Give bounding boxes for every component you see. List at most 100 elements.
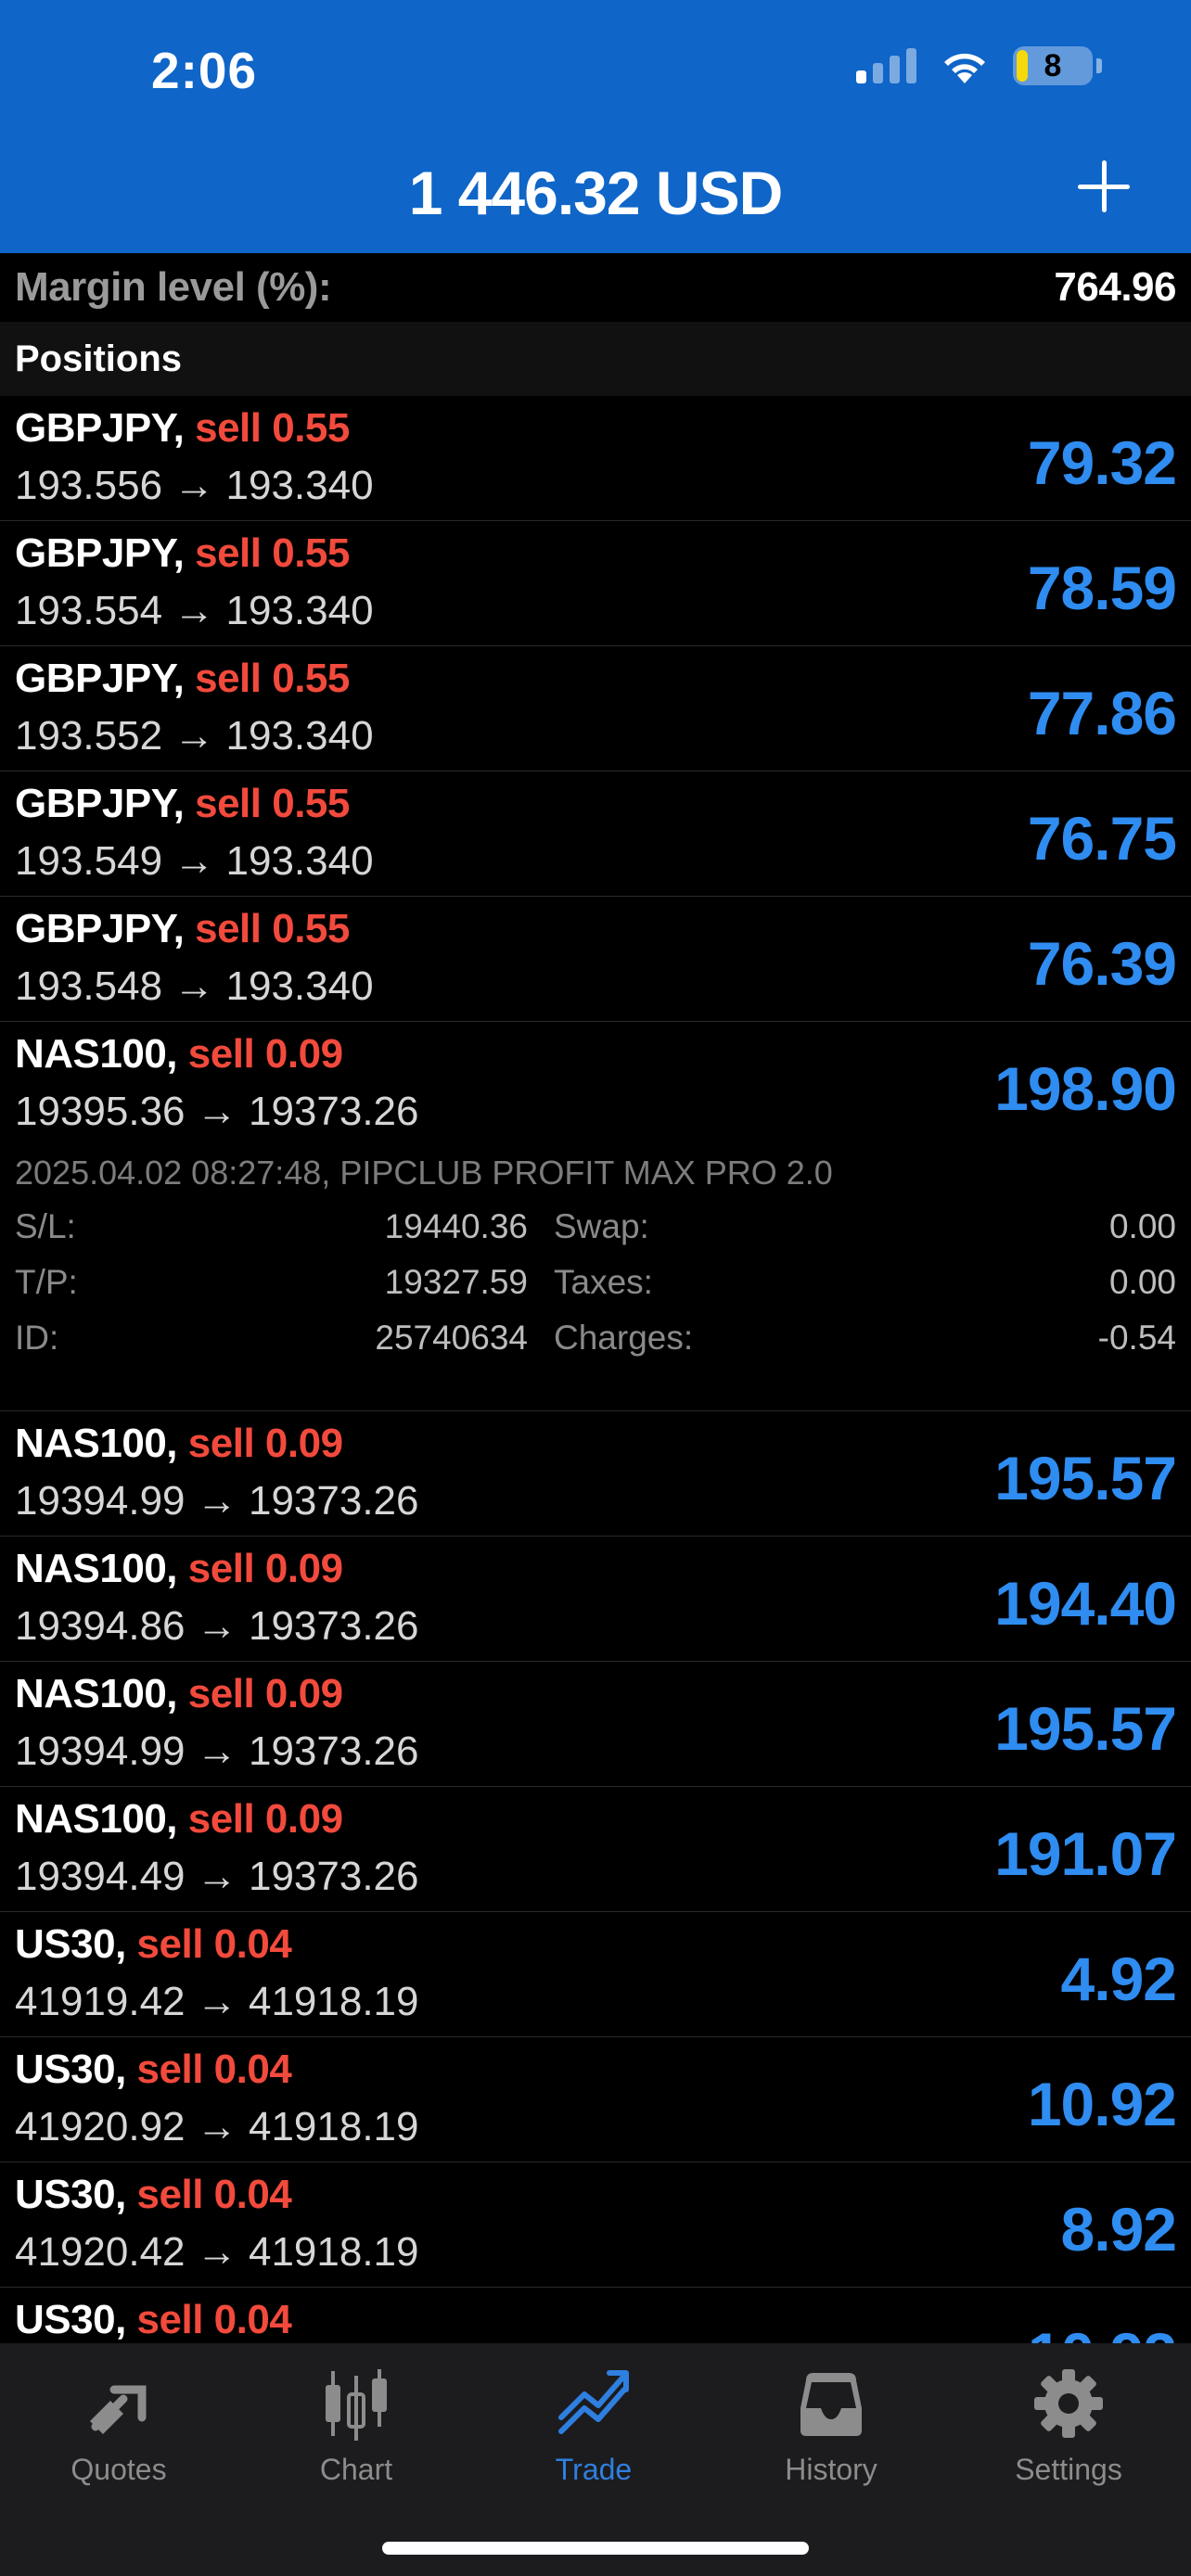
position-profit: 195.57 [994, 1694, 1177, 1763]
taxes-value: 0.00 [1108, 1263, 1176, 1301]
status-time: 2:06 [151, 42, 258, 99]
position-symbol: US30, [15, 2172, 126, 2217]
position-prices: 19394.99 → 19373.26 [15, 1728, 419, 1774]
wifi-icon [944, 53, 985, 83]
position-symbol: US30, [15, 1921, 126, 1967]
position-side: sell 0.55 [195, 405, 350, 451]
sl-value: 19440.36 [384, 1207, 528, 1245]
position-symbol: GBPJPY, [15, 530, 185, 576]
position-profit: 8.92 [1060, 2195, 1177, 2264]
position-side: sell 0.09 [187, 1671, 343, 1716]
position-profit: 198.90 [994, 1054, 1177, 1123]
tab-trade[interactable]: Trade [475, 2362, 712, 2487]
settings-icon [1034, 2369, 1103, 2438]
tab-chart-label: Chart [319, 2453, 393, 2486]
position-profit: 78.59 [1027, 554, 1177, 622]
position-prices: 41919.42 → 41918.19 [15, 1979, 419, 2024]
positions-list[interactable]: GBPJPY, sell 0.55 193.556 → 193.340 79.3… [0, 396, 1191, 2343]
tab-quotes[interactable]: Quotes [0, 2362, 237, 2487]
position-side: sell 0.09 [187, 1796, 343, 1842]
position-symbol: GBPJPY, [15, 906, 185, 951]
position-profit: 76.39 [1027, 929, 1177, 998]
position-row[interactable]: GBPJPY, sell 0.55 193.548 → 193.340 76.3… [0, 897, 1191, 1022]
position-prices: 41920.92 → 41918.19 [15, 2104, 419, 2149]
tab-chart[interactable]: Chart [237, 2362, 475, 2487]
position-symbol: NAS100, [15, 1421, 178, 1466]
tab-trade-label: Trade [555, 2453, 633, 2486]
header-bar: 2:06 8 1 446.32 USD [0, 0, 1191, 253]
swap-value: 0.00 [1108, 1207, 1176, 1245]
id-value: 25740634 [375, 1319, 528, 1357]
position-symbol: NAS100, [15, 1031, 178, 1077]
position-row[interactable]: NAS100, sell 0.09 19394.49 → 19373.26 19… [0, 1787, 1191, 1912]
position-symbol: GBPJPY, [15, 656, 185, 701]
position-side: sell 0.09 [187, 1546, 343, 1591]
taxes-label: Taxes: [554, 1263, 653, 1301]
position-row[interactable]: US30, sell 0.04 41920.42 → 41918.19 8.92 [0, 2162, 1191, 2288]
charges-value: -0.54 [1097, 1319, 1176, 1357]
position-profit: 10.92 [1027, 2070, 1177, 2138]
position-symbol: US30, [15, 2297, 126, 2342]
home-indicator[interactable] [382, 2542, 809, 2555]
tab-history[interactable]: History [712, 2362, 950, 2487]
positions-section-header: Positions [0, 322, 1191, 396]
position-profit: 195.57 [994, 1444, 1177, 1512]
position-row[interactable]: GBPJPY, sell 0.55 193.556 → 193.340 79.3… [0, 396, 1191, 521]
account-balance: 1 446.32 USD [408, 159, 784, 227]
tp-value: 19327.59 [384, 1263, 528, 1301]
swap-label: Swap: [554, 1207, 649, 1245]
position-row[interactable]: NAS100, sell 0.09 19394.99 → 19373.26 19… [0, 1662, 1191, 1787]
position-side: sell 0.55 [195, 906, 350, 951]
position-prices: 193.552 → 193.340 [15, 713, 374, 759]
tab-settings-label: Settings [1015, 2453, 1122, 2486]
position-side: sell 0.04 [136, 2172, 292, 2217]
position-row[interactable]: US30, sell 0.04 41919.42 → 41918.19 4.92 [0, 1912, 1191, 2037]
status-icons: 8 [856, 46, 1102, 85]
position-symbol: GBPJPY, [15, 405, 185, 451]
tab-quotes-label: Quotes [70, 2453, 167, 2486]
position-profit: 79.32 [1027, 428, 1177, 497]
position-row[interactable]: GBPJPY, sell 0.55 193.549 → 193.340 76.7… [0, 772, 1191, 897]
chart-icon [326, 2369, 387, 2441]
position-side: sell 0.55 [195, 781, 350, 826]
margin-level-label: Margin level (%): [15, 264, 332, 310]
position-profit: 10.92 [1028, 2319, 1177, 2343]
battery-level: 8 [1044, 47, 1062, 83]
position-row[interactable]: GBPJPY, sell 0.55 193.552 → 193.340 77.8… [0, 646, 1191, 772]
position-side: sell 0.04 [136, 2047, 292, 2092]
position-side: sell 0.09 [187, 1421, 343, 1466]
position-prices: 193.549 → 193.340 [15, 838, 374, 884]
position-prices: 19394.99 → 19373.26 [15, 1478, 419, 1524]
position-side: sell 0.04 [136, 1921, 292, 1967]
quotes-icon [90, 2385, 147, 2434]
position-row[interactable]: US30, sell 0.04 10.92 [0, 2288, 1191, 2343]
position-row[interactable]: US30, sell 0.04 41920.92 → 41918.19 10.9… [0, 2037, 1191, 2162]
position-symbol: NAS100, [15, 1671, 178, 1716]
expanded-position[interactable]: NAS100, sell 0.09 19395.36 → 19373.26 19… [0, 1022, 1191, 1411]
position-side: sell 0.04 [136, 2297, 292, 2342]
position-symbol: GBPJPY, [15, 781, 185, 826]
position-profit: 4.92 [1060, 1945, 1177, 2013]
sl-label: S/L: [15, 1207, 76, 1245]
position-details-grid: S/L: 19440.36 Swap: 0.00 T/P: 19327.59 T… [15, 1207, 1176, 1374]
position-symbol: US30, [15, 2047, 126, 2092]
position-prices: 193.548 → 193.340 [15, 963, 374, 1009]
charges-label: Charges: [554, 1319, 694, 1357]
position-side: sell 0.55 [195, 656, 350, 701]
cellular-signal-icon [856, 48, 916, 83]
new-order-plus-icon[interactable] [1078, 160, 1130, 212]
position-row[interactable]: GBPJPY, sell 0.55 193.554 → 193.340 78.5… [0, 521, 1191, 646]
history-icon [800, 2373, 862, 2436]
position-prices: 19395.36 → 19373.26 [15, 1089, 419, 1134]
position-side: sell 0.09 [187, 1031, 343, 1077]
position-symbol: NAS100, [15, 1796, 178, 1842]
position-profit: 76.75 [1027, 804, 1177, 873]
position-row[interactable]: NAS100, sell 0.09 19394.86 → 19373.26 19… [0, 1537, 1191, 1662]
position-symbol: NAS100, [15, 1546, 178, 1591]
margin-level-value: 764.96 [1054, 264, 1176, 310]
tab-settings[interactable]: Settings [950, 2362, 1187, 2487]
position-profit: 194.40 [994, 1569, 1177, 1638]
position-prices: 193.556 → 193.340 [15, 463, 374, 508]
tab-history-label: History [785, 2453, 877, 2486]
position-row[interactable]: NAS100, sell 0.09 19394.99 → 19373.26 19… [0, 1411, 1191, 1537]
